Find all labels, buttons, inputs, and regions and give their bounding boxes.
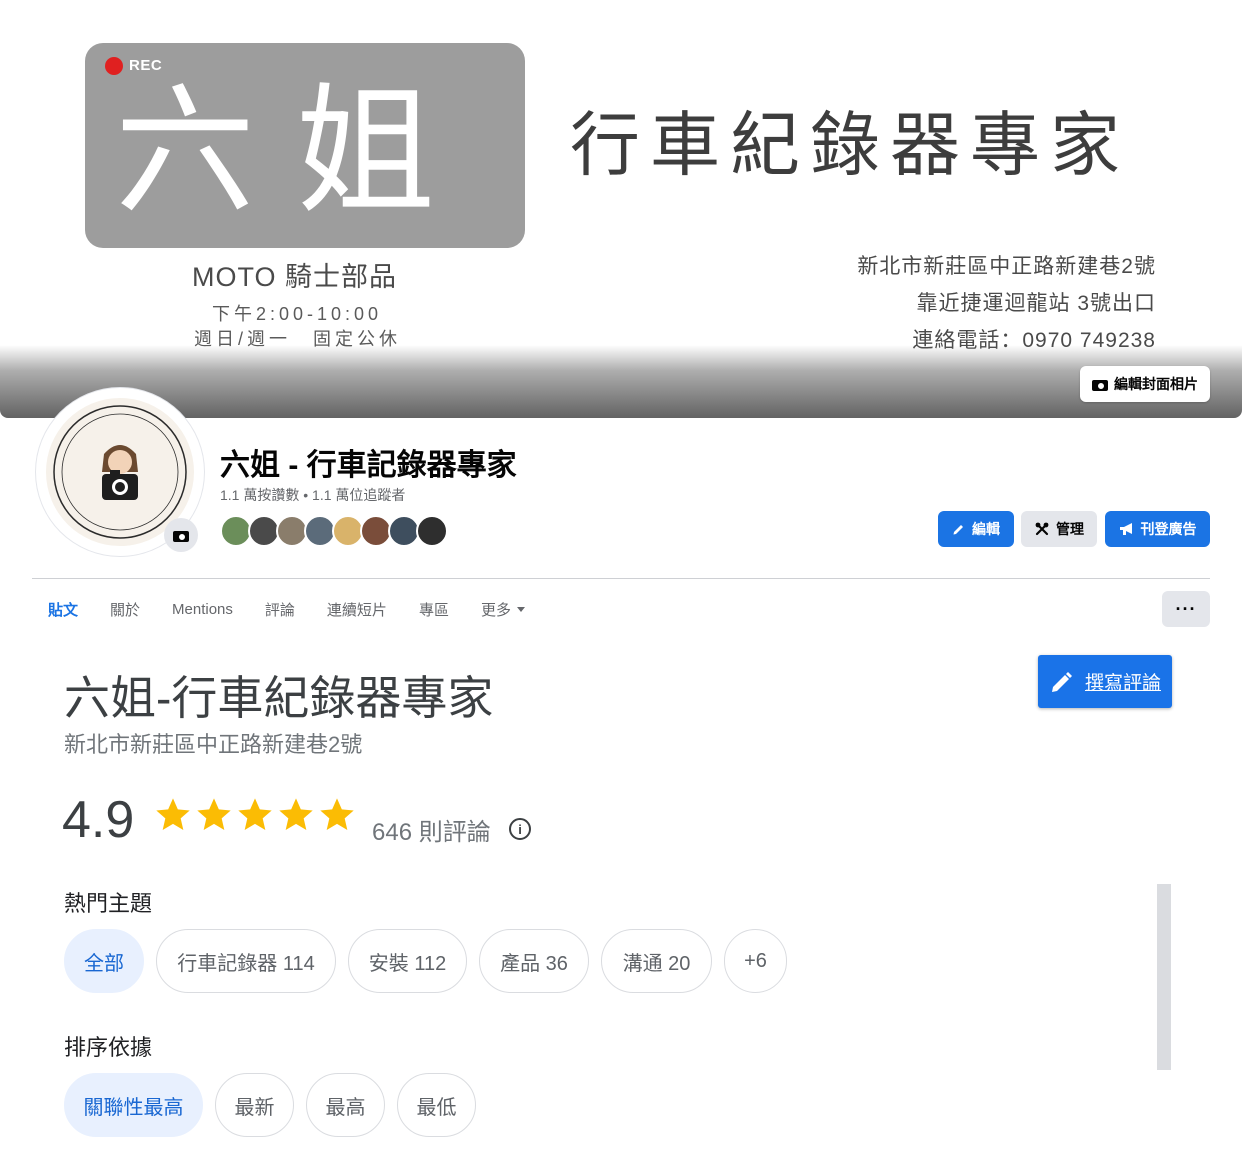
pencil-icon xyxy=(1051,671,1072,692)
write-review-button[interactable]: 撰寫評論 xyxy=(1038,655,1172,708)
tab-about[interactable]: 關於 xyxy=(94,590,156,628)
cover-hours: 下午2:00-10:00 xyxy=(212,304,383,324)
cover-logo: REC 六姐 xyxy=(85,43,525,248)
topic-chip-more[interactable]: +6 xyxy=(724,929,787,993)
scrollbar[interactable] xyxy=(1157,884,1171,1070)
sort-chip-relevance[interactable]: 關聯性最高 xyxy=(64,1073,203,1137)
sort-chips: 關聯性最高 最新 最高 最低 xyxy=(64,1073,476,1137)
star-rating xyxy=(153,795,357,835)
advertise-label: 刊登廣告 xyxy=(1140,521,1197,537)
manage-page-button[interactable]: 管理 xyxy=(1021,511,1097,547)
camera-icon xyxy=(173,529,189,542)
update-profile-picture-button[interactable] xyxy=(164,518,198,552)
cover-contact: 新北市新莊區中正路新建巷2號 靠近捷運迴龍站 3號出口 連絡電話：0970 74… xyxy=(857,248,1156,359)
cover-slogan: 行車紀錄器專家 xyxy=(570,104,1130,186)
star-icon xyxy=(238,798,272,830)
topics-label: 熱門主題 xyxy=(64,891,153,916)
page-stats[interactable]: 1.1 萬按讚數 • 1.1 萬位追蹤者 xyxy=(220,485,405,505)
page-tabs: 貼文 關於 Mentions 評論 連續短片 專區 更多 xyxy=(32,590,541,628)
business-address: 新北市新莊區中正路新建巷2號 xyxy=(64,732,363,757)
tab-reviews[interactable]: 評論 xyxy=(249,590,311,628)
cover-address-line: 新北市新莊區中正路新建巷2號 xyxy=(857,255,1156,278)
cover-photo: REC 六姐 行車紀錄器專家 MOTO 騎士部品 下午2:00-10:00 週日… xyxy=(0,0,1242,418)
tab-mentions[interactable]: Mentions xyxy=(156,590,249,628)
header-divider xyxy=(32,578,1210,579)
cover-shop-type: MOTO 騎士部品 xyxy=(192,262,398,292)
tab-reels[interactable]: 連續短片 xyxy=(311,590,403,628)
star-icon xyxy=(156,798,190,830)
tab-more[interactable]: 更多 xyxy=(465,590,541,628)
edit-page-button[interactable]: 編輯 xyxy=(938,511,1014,547)
topic-chips: 全部 行車記錄器 114 安裝 112 產品 36 溝通 20 +6 xyxy=(64,929,787,993)
topic-chip[interactable]: 安裝 112 xyxy=(348,929,467,993)
manage-label: 管理 xyxy=(1056,521,1084,537)
topic-chip-all[interactable]: 全部 xyxy=(64,929,144,993)
business-title: 六姐-行車紀錄器專家 xyxy=(64,672,494,724)
sort-label: 排序依據 xyxy=(64,1035,153,1060)
topic-chip[interactable]: 溝通 20 xyxy=(601,929,712,993)
sort-chip-lowest[interactable]: 最低 xyxy=(397,1073,476,1137)
cover-address-line: 靠近捷運迴龍站 3號出口 xyxy=(916,292,1156,315)
tab-posts[interactable]: 貼文 xyxy=(32,590,94,628)
sort-chip-newest[interactable]: 最新 xyxy=(215,1073,294,1137)
topic-chip[interactable]: 產品 36 xyxy=(479,929,589,993)
tools-icon xyxy=(1035,522,1049,536)
rating-value: 4.9 xyxy=(62,791,135,849)
star-icon xyxy=(279,798,313,830)
star-icon xyxy=(320,798,354,830)
more-options-button[interactable]: ··· xyxy=(1162,591,1210,627)
topic-chip[interactable]: 行車記錄器 114 xyxy=(156,929,336,993)
pencil-icon xyxy=(953,525,963,535)
tab-collections[interactable]: 專區 xyxy=(403,590,465,628)
advertise-button[interactable]: 刊登廣告 xyxy=(1105,511,1210,547)
friend-avatar[interactable] xyxy=(416,515,448,547)
star-icon xyxy=(197,798,231,830)
review-count: 646 則評論 xyxy=(372,819,491,846)
info-icon[interactable]: i xyxy=(509,818,531,840)
caret-down-icon xyxy=(516,606,525,612)
profile-picture[interactable] xyxy=(36,388,204,556)
cover-logo-name: 六姐 xyxy=(115,71,476,234)
edit-label: 編輯 xyxy=(972,521,1000,537)
megaphone-icon xyxy=(1119,523,1132,535)
write-review-label: 撰寫評論 xyxy=(1084,673,1161,694)
edit-cover-photo-button[interactable]: 編輯封面相片 xyxy=(1080,366,1210,402)
sort-chip-highest[interactable]: 最高 xyxy=(306,1073,385,1137)
page-title: 六姐 - 行車記錄器專家 xyxy=(220,449,517,482)
camera-icon xyxy=(1092,378,1108,391)
friend-avatars[interactable] xyxy=(220,515,448,547)
edit-cover-label: 編輯封面相片 xyxy=(1114,376,1198,392)
